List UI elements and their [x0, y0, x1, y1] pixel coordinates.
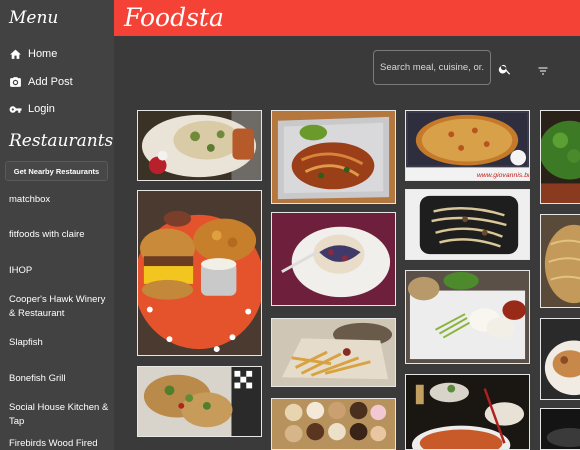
food-photo-tacos[interactable] [137, 366, 262, 437]
home-icon [10, 49, 21, 59]
search-icon [498, 64, 511, 75]
restaurants-heading: Restaurants [9, 131, 114, 151]
key-icon [9, 105, 22, 113]
food-photo-rice-dumplings[interactable] [405, 270, 530, 364]
food-photo-noodles-side[interactable] [540, 214, 580, 308]
search-input[interactable] [374, 51, 490, 84]
food-photo-noodles-foil[interactable] [271, 110, 396, 204]
restaurants-title: Restaurants [9, 131, 114, 151]
nav-home-label: Home [28, 48, 58, 60]
nav-login-label: Login [28, 103, 55, 115]
filter-button[interactable] [536, 64, 550, 76]
food-photo-plate-side[interactable] [540, 318, 580, 400]
food-photo-noodles-container[interactable] [405, 189, 530, 260]
restaurant-item[interactable]: Social House Kitchen & Tap [9, 401, 109, 428]
pastry-image [272, 213, 395, 305]
pho-image [406, 375, 529, 449]
sidebar: Menu Home Add Post Login Restaurants Get… [0, 0, 114, 450]
nav-add-post[interactable]: Add Post [9, 72, 73, 92]
donuts-image [272, 399, 395, 449]
restaurant-item[interactable]: Cooper's Hawk Winery & Restaurant [9, 293, 109, 320]
nachos-image [138, 111, 261, 180]
restaurant-item[interactable]: matchbox [9, 193, 109, 207]
get-nearby-restaurants-button[interactable]: Get Nearby Restaurants [5, 161, 108, 181]
pizza-image: www.giovannis.biz [406, 111, 529, 180]
salad-image [541, 111, 580, 203]
bagel-burger-image [138, 191, 261, 355]
restaurant-item[interactable]: Bonefish Grill [9, 372, 109, 386]
brand-logo[interactable]: Foodsta [124, 3, 224, 32]
pizza-box-caption: www.giovannis.biz [477, 172, 529, 179]
nav-home[interactable]: Home [9, 44, 57, 64]
food-photo-donuts[interactable] [271, 398, 396, 450]
fries-image [272, 319, 395, 386]
food-photo-salad[interactable] [540, 110, 580, 204]
search-button[interactable] [498, 62, 512, 76]
app-header: Foodsta [114, 0, 580, 36]
rice-dumplings-image [406, 271, 529, 363]
food-photo-dark-side[interactable] [540, 408, 580, 450]
nav-add-post-label: Add Post [28, 76, 73, 88]
filter-icon [538, 67, 548, 75]
food-photo-pho[interactable] [405, 374, 530, 450]
restaurant-item[interactable]: fitfoods with claire [9, 228, 109, 242]
food-photo-fries[interactable] [271, 318, 396, 387]
camera-icon [10, 76, 21, 87]
food-photo-nachos[interactable] [137, 110, 262, 181]
restaurant-item[interactable]: Firebirds Wood Fired [9, 437, 109, 450]
noodles-side-image [541, 215, 580, 307]
menu-title: Menu [9, 8, 59, 28]
dark-side-image [541, 409, 580, 449]
noodles-foil-image [272, 111, 395, 203]
restaurant-item[interactable]: Slapfish [9, 336, 109, 350]
food-photo-pizza[interactable]: www.giovannis.biz [405, 110, 530, 181]
app-root: Menu Home Add Post Login Restaurants Get… [0, 0, 580, 450]
food-photo-pastry[interactable] [271, 212, 396, 306]
tacos-image [138, 367, 261, 436]
restaurant-item[interactable]: IHOP [9, 264, 109, 278]
search-box [373, 50, 491, 85]
plate-side-image [541, 319, 580, 399]
noodles-container-image [406, 190, 529, 259]
nav-login[interactable]: Login [9, 99, 55, 119]
food-photo-bagel-burger[interactable] [137, 190, 262, 356]
